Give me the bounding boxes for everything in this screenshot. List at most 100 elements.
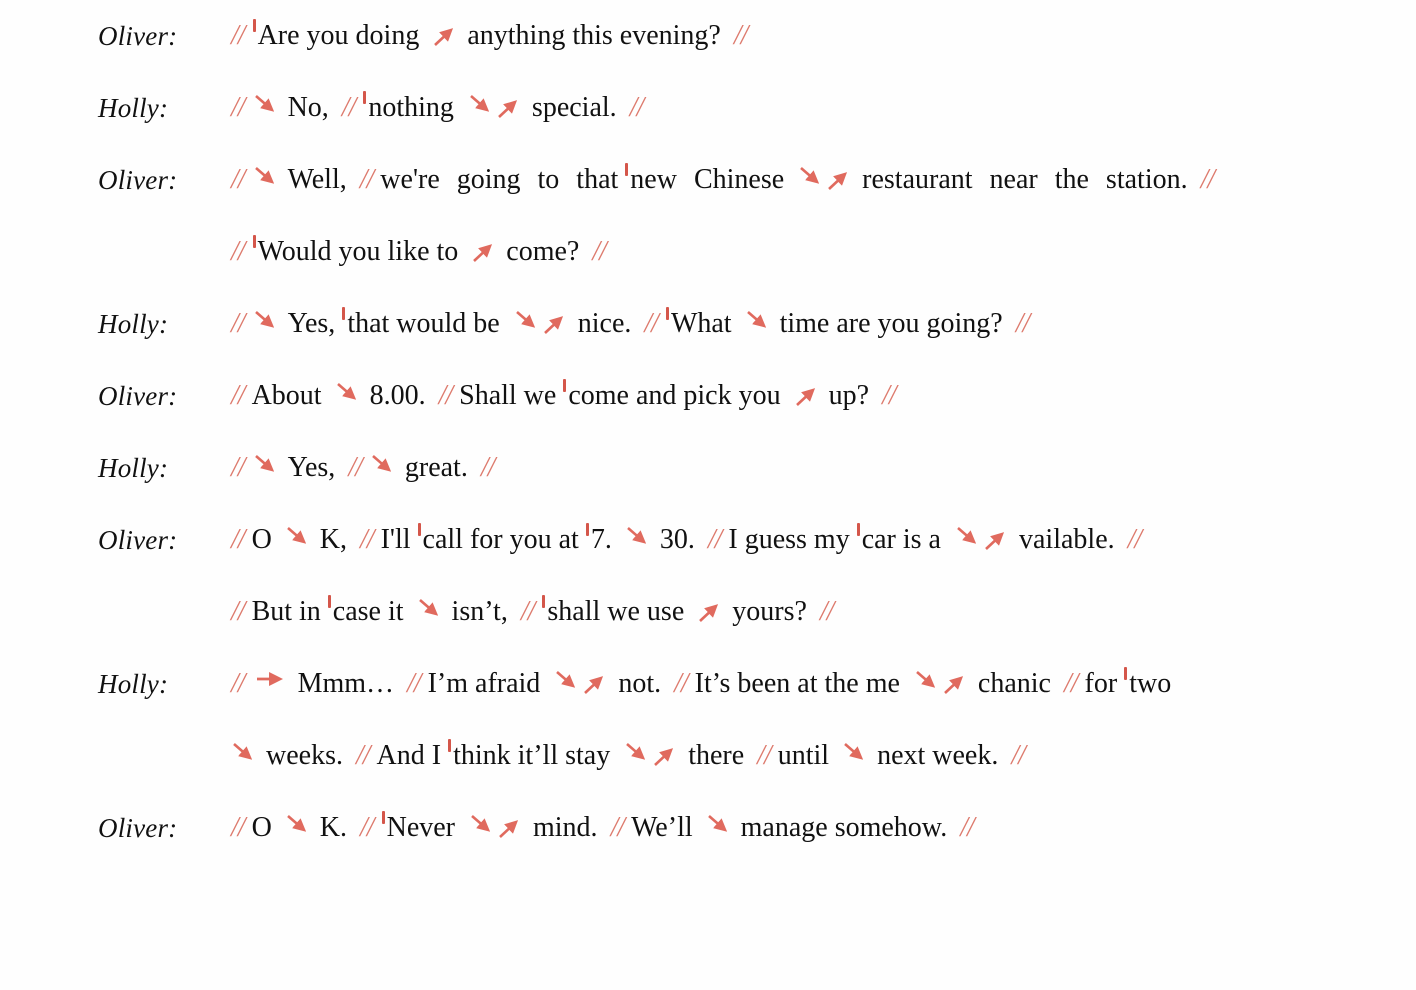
tone-fall-arrow-icon <box>625 741 651 767</box>
dialogue-turn: Holly:weeks.//And Ithink it’ll staythere… <box>0 720 1416 792</box>
tone-fall-arrow-icon <box>515 309 541 335</box>
tone-unit-boundary: // <box>231 20 246 51</box>
tone-fall-arrow-icon <box>470 813 496 839</box>
dialogue-turn: Oliver://O K,//I'll call for you at 7. 30.//… <box>0 504 1416 576</box>
tone-unit-boundary: // <box>592 236 607 267</box>
utterance-text: we're going to that <box>380 164 619 195</box>
tone-unit-boundary: // <box>360 524 375 555</box>
utterance-text: for <box>1084 668 1118 699</box>
tone-fall-arrow-icon <box>746 309 772 335</box>
utterance-text: K, <box>319 524 348 555</box>
dialogue-turn: Oliver://Would you like tocome?// <box>0 216 1416 288</box>
tone-unit-boundary: // <box>610 812 626 843</box>
utterance-text: yours? <box>732 596 807 627</box>
utterance-line: //Well,//we're going to that new Chinese r… <box>230 144 1336 216</box>
tone-fall-arrow-icon <box>915 669 941 695</box>
tone-unit-boundary: // <box>733 20 749 51</box>
utterance-text: new Chinese <box>630 164 785 195</box>
tone-unit-boundary: // <box>520 596 536 627</box>
tone-unit-boundary: // <box>355 740 371 771</box>
stress-mark-icon <box>563 379 567 392</box>
tone-unit-boundary: // <box>480 452 496 483</box>
utterance-text: Would you like to <box>257 236 459 267</box>
utterance-text: nice. <box>577 308 632 339</box>
tone-fall-rise-icon <box>468 72 524 144</box>
tone-unit-boundary: // <box>359 164 375 195</box>
utterance-line: // Yes, // great. // <box>230 432 1336 504</box>
tone-fall-arrow-icon <box>336 381 362 407</box>
utterance-line: //O K,//I'll call for you at 7. 30.//I guess… <box>230 504 1336 576</box>
dialogue-turn: Holly: // Yes, // great. // <box>0 432 1416 504</box>
tone-unit-boundary: // <box>341 92 357 123</box>
utterance-text: chanic <box>977 668 1051 699</box>
dialogue-turn: Holly: // Yes, that would be nice. // What time… <box>0 288 1416 360</box>
utterance-text: O <box>251 812 272 843</box>
tone-fall-rise-icon <box>624 720 680 792</box>
utterance-cell: // Are you doing anything this evening? // <box>228 0 1416 72</box>
utterance-text: come and pick you <box>568 380 781 411</box>
utterance-text: 30. <box>659 524 695 555</box>
tone-level-arrow-icon <box>255 670 289 690</box>
dialogue-turn: Holly: //Mmm…//I’m afraid not.//It’s been … <box>0 648 1416 720</box>
utterance-text: I'll <box>380 524 411 555</box>
utterance-text: think it’ll stay <box>453 740 611 771</box>
tone-fall-arrow-icon <box>956 525 982 551</box>
utterance-text: that would be <box>347 308 500 339</box>
stress-mark-icon <box>381 811 385 824</box>
utterance-text: K. <box>319 812 348 843</box>
tone-fall-rise-icon <box>914 648 970 720</box>
utterance-text: two <box>1129 668 1172 699</box>
speaker-label: Oliver: <box>98 381 178 411</box>
tone-unit-boundary: // <box>231 596 246 627</box>
tone-unit-boundary: // <box>1011 740 1026 771</box>
stress-mark-icon <box>417 523 421 536</box>
speaker-label: Holly: <box>98 453 169 483</box>
utterance-text: And I <box>376 740 442 771</box>
utterance-text: great. <box>404 452 468 483</box>
speaker-label: Oliver: <box>98 813 178 843</box>
utterance-line: //About 8.00.//Shall we come and pick you u… <box>230 360 1336 432</box>
speaker-label: Holly: <box>98 669 169 699</box>
tone-rise-arrow-icon <box>433 24 459 50</box>
dialogue-turn: Holly: // No, // nothing special. // <box>0 72 1416 144</box>
utterance-line: // Are you doing anything this evening? // <box>230 0 1336 72</box>
tone-unit-boundary: // <box>231 524 246 555</box>
tone-unit-boundary: // <box>231 92 246 123</box>
utterance-text: 8.00. <box>369 380 426 411</box>
dialogue-container: Oliver: // Are you doing anything this even… <box>0 0 1416 864</box>
utterance-cell: // Yes, that would be nice. // What time are y… <box>228 288 1416 360</box>
utterance-text: O <box>251 524 272 555</box>
tone-unit-boundary: // <box>960 812 975 843</box>
utterance-text: anything this evening? <box>467 20 721 51</box>
speaker-label: Holly: <box>98 93 169 123</box>
utterance-line: // Would you like to come? // <box>230 216 1336 288</box>
stress-mark-icon <box>665 307 669 320</box>
utterance-cell: //But in case it isn’t,//shall we use yours… <box>228 576 1416 648</box>
utterance-line: // Yes, that would be nice. // What time are y… <box>230 288 1336 360</box>
utterance-cell: //O K.//Never mind.//We’ll manage somehow. /… <box>228 792 1416 864</box>
stress-mark-icon <box>856 523 860 536</box>
tone-unit-boundary: // <box>231 308 246 339</box>
utterance-text: Are you doing <box>257 20 420 51</box>
dialogue-turn: Oliver: // Are you doing anything this even… <box>0 0 1416 72</box>
utterance-text: next week. <box>877 740 999 771</box>
tone-unit-boundary: // <box>231 380 246 411</box>
tone-rise-arrow-icon <box>795 384 821 410</box>
tone-fall-rise-icon <box>514 288 570 360</box>
utterance-cell: // Yes, // great. // <box>228 432 1416 504</box>
utterance-text: time are you going? <box>779 308 1003 339</box>
stress-mark-icon <box>327 595 331 608</box>
utterance-line: //Mmm…//I’m afraid not.//It’s been at the… <box>230 648 1336 720</box>
tone-rise-arrow-icon <box>653 744 679 770</box>
utterance-text: Never <box>386 812 455 843</box>
utterance-text: We’ll <box>631 812 693 843</box>
utterance-text: manage somehow. <box>740 812 948 843</box>
tone-unit-boundary: // <box>1063 668 1079 699</box>
tone-unit-boundary: // <box>231 236 246 267</box>
tone-unit-boundary: // <box>231 812 246 843</box>
utterance-text: weeks. <box>266 740 343 771</box>
tone-rise-arrow-icon <box>827 168 853 194</box>
tone-unit-boundary: // <box>231 668 246 699</box>
tone-fall-arrow-icon <box>371 453 397 479</box>
tone-unit-boundary: // <box>1127 524 1143 555</box>
